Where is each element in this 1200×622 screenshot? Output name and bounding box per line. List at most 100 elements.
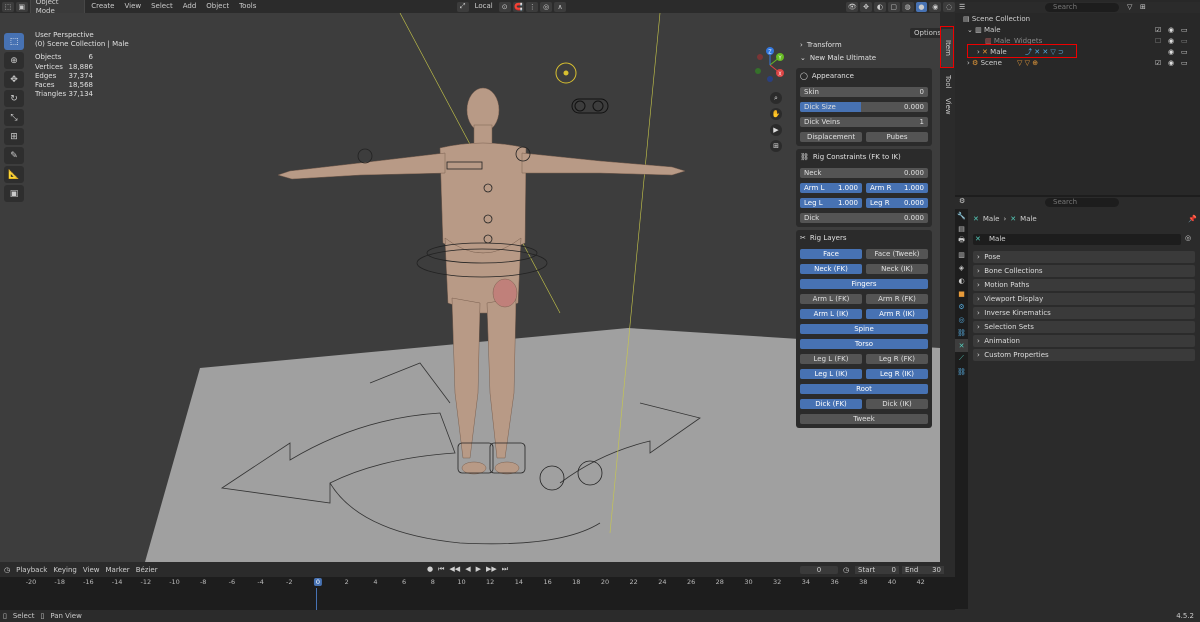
layer-leg-r-fk-button[interactable]: Leg R (FK)	[866, 354, 928, 364]
shading-rendered-icon[interactable]: ◌	[943, 1, 956, 12]
camera-icon[interactable]: ▭	[1181, 36, 1188, 46]
layer-fingers-button[interactable]: Fingers	[800, 279, 928, 289]
arm-l-field[interactable]: Arm L 1.000	[800, 183, 862, 193]
menu-view[interactable]: View	[120, 1, 145, 12]
outliner-editor-icon[interactable]: ☰	[959, 3, 965, 11]
navigation-gizmo[interactable]: X Y Z	[750, 45, 790, 85]
bone-tab-icon[interactable]: ⟋	[955, 352, 968, 365]
filter-icon[interactable]: ▽	[1127, 2, 1132, 12]
transform-icon[interactable]: ⊞	[4, 128, 24, 145]
view-layer-tab-icon[interactable]: ▥	[955, 248, 968, 261]
frame-ruler[interactable]: -20 -18 -16 -14 -12 -10 -8 -6 -4 -2 0 2 4 6 8 10 12 14 16 1…	[0, 578, 955, 588]
gizmo-toggle-icon[interactable]: ✥	[860, 1, 872, 12]
eye-icon[interactable]: ◉	[1167, 36, 1175, 46]
layer-leg-l-fk-button[interactable]: Leg L (FK)	[800, 354, 862, 364]
layer-spine-button[interactable]: Spine	[800, 324, 928, 334]
falloff-icon[interactable]: ∧	[554, 1, 566, 12]
panel-viewport-display[interactable]: › Viewport Display	[973, 293, 1195, 305]
panel-motion-paths[interactable]: › Motion Paths	[973, 279, 1195, 291]
shading-solid-icon[interactable]: ●	[915, 1, 928, 12]
new-collection-icon[interactable]: ⊞	[1140, 2, 1146, 12]
layer-dick-ik-button[interactable]: Dick (IK)	[866, 399, 928, 409]
current-frame-field[interactable]: 0	[800, 565, 838, 574]
play-icon[interactable]: ▶	[476, 565, 481, 574]
tab-view[interactable]: View	[941, 95, 954, 117]
skin-field[interactable]: Skin 0	[800, 87, 928, 97]
world-tab-icon[interactable]: ◐	[955, 274, 968, 287]
modifier-tab-icon[interactable]: ⚙	[955, 300, 968, 313]
cursor-icon[interactable]: ⊕	[4, 52, 24, 69]
tool-tab-icon[interactable]: 🔧	[955, 209, 968, 222]
object-name-field[interactable]: Male	[973, 234, 1181, 245]
scene-tab-icon[interactable]: ◈	[955, 261, 968, 274]
menu-create[interactable]: Create	[87, 1, 118, 12]
options-button[interactable]: Options	[910, 28, 940, 38]
camera-view-icon[interactable]: ▶	[770, 124, 782, 136]
eye-icon[interactable]: ◉	[1167, 58, 1175, 68]
prev-keyframe-icon[interactable]: ◀◀	[449, 565, 460, 574]
record-icon[interactable]: ●	[427, 565, 433, 574]
dick-size-slider[interactable]: Dick Size 0.000	[800, 102, 928, 112]
tab-tool[interactable]: Tool	[941, 71, 954, 93]
neck-field[interactable]: Neck 0.000	[800, 168, 928, 178]
outliner-row-scene-collection[interactable]: ▤ Scene Collection	[955, 14, 1200, 24]
pivot-icon[interactable]: ⊙	[498, 1, 511, 12]
add-cube-icon[interactable]: ▣	[4, 185, 24, 202]
start-frame-field[interactable]: Start 0	[855, 565, 899, 574]
tab-item[interactable]: Item	[941, 29, 954, 67]
leg-r-field[interactable]: Leg R 0.000	[866, 198, 928, 208]
camera-icon[interactable]: ▭	[1181, 47, 1188, 57]
outliner-search-input[interactable]: Search	[1045, 3, 1119, 12]
layer-dick-fk-button[interactable]: Dick (FK)	[800, 399, 862, 409]
displacement-button[interactable]: Displacement	[800, 132, 862, 142]
output-tab-icon[interactable]: 🖶	[955, 235, 968, 248]
visibility-icon[interactable]: 👁	[846, 1, 859, 12]
constraints-tab-icon[interactable]: ⛓	[955, 326, 968, 339]
layer-face-button[interactable]: Face	[800, 249, 862, 259]
outliner-row-scene[interactable]: › ⚙ Scene ▽ ▽ ⊕ ☑ ◉ ▭	[955, 58, 1200, 68]
menu-select[interactable]: Select	[147, 1, 177, 12]
menu-object[interactable]: Object	[202, 1, 233, 12]
checkbox-icon[interactable]: ☑	[1155, 25, 1161, 35]
layer-arm-r-ik-button[interactable]: Arm R (IK)	[866, 309, 928, 319]
panel-pose[interactable]: › Pose	[973, 251, 1195, 263]
view-menu[interactable]: View	[83, 566, 100, 574]
bone-constraint-tab-icon[interactable]: ⛓	[955, 365, 968, 378]
outliner-row-male-widgets[interactable]: ▥ Male_Widgets ☐ ◉ ▭	[955, 36, 1200, 46]
overlay-toggle-icon[interactable]: ◐	[873, 1, 886, 12]
armature-data-tab-icon[interactable]: ✕	[955, 339, 968, 352]
camera-icon[interactable]: ▭	[1181, 25, 1188, 35]
3d-viewport[interactable]: ⬚ ⊕ ✥ ↻ ⤡ ⊞ ✎ 📐 ▣ User Perspective (0) S…	[0, 13, 940, 562]
timeline-editor-icon[interactable]: ◷	[4, 566, 10, 574]
proportional-edit-icon[interactable]: ◎	[540, 1, 553, 12]
next-keyframe-icon[interactable]: ▶▶	[486, 565, 497, 574]
arm-r-field[interactable]: Arm R 1.000	[866, 183, 928, 193]
playhead-line[interactable]	[316, 588, 317, 610]
pan-hand-icon[interactable]: ✋	[770, 108, 782, 120]
rotate-icon[interactable]: ↻	[4, 90, 24, 107]
leg-l-field[interactable]: Leg L 1.000	[800, 198, 862, 208]
fake-user-icon[interactable]: ◎	[1185, 234, 1191, 242]
outliner-row-male-collection[interactable]: ⌄ ▥ Male ☑ ◉ ▭	[955, 25, 1200, 35]
interpolation-dropdown[interactable]: Bézier	[136, 566, 158, 574]
properties-editor-icon[interactable]: ⚙	[959, 197, 965, 205]
snap-icon[interactable]: 🧲	[512, 1, 525, 12]
properties-search-input[interactable]: Search	[1045, 198, 1119, 207]
layer-arm-l-fk-button[interactable]: Arm L (FK)	[800, 294, 862, 304]
outliner-row-male-armature[interactable]: › ✕ Male ⤴ ✕ ✕ ▽ ⊃ ◉ ▭	[955, 47, 1200, 57]
layer-torso-button[interactable]: Torso	[800, 339, 928, 349]
pubes-button[interactable]: Pubes	[866, 132, 928, 142]
eye-icon[interactable]: ◉	[1167, 47, 1175, 57]
snap-settings-icon[interactable]: ⋮	[526, 1, 539, 12]
select-box-icon[interactable]: ⬚	[4, 33, 24, 50]
shading-material-icon[interactable]: ◉	[929, 1, 942, 12]
playback-menu[interactable]: Playback	[16, 566, 47, 574]
render-tab-icon[interactable]: ▤	[955, 222, 968, 235]
layer-root-button[interactable]: Root	[800, 384, 928, 394]
panel-bone-collections[interactable]: › Bone Collections	[973, 265, 1195, 277]
addon-panel-header[interactable]: ⌄ New Male Ultimate	[796, 52, 932, 65]
editor-type-icon[interactable]: ⬚	[2, 1, 14, 12]
panel-custom-properties[interactable]: › Custom Properties	[973, 349, 1195, 361]
layer-leg-l-ik-button[interactable]: Leg L (IK)	[800, 369, 862, 379]
dick-constraint-field[interactable]: Dick 0.000	[800, 213, 928, 223]
